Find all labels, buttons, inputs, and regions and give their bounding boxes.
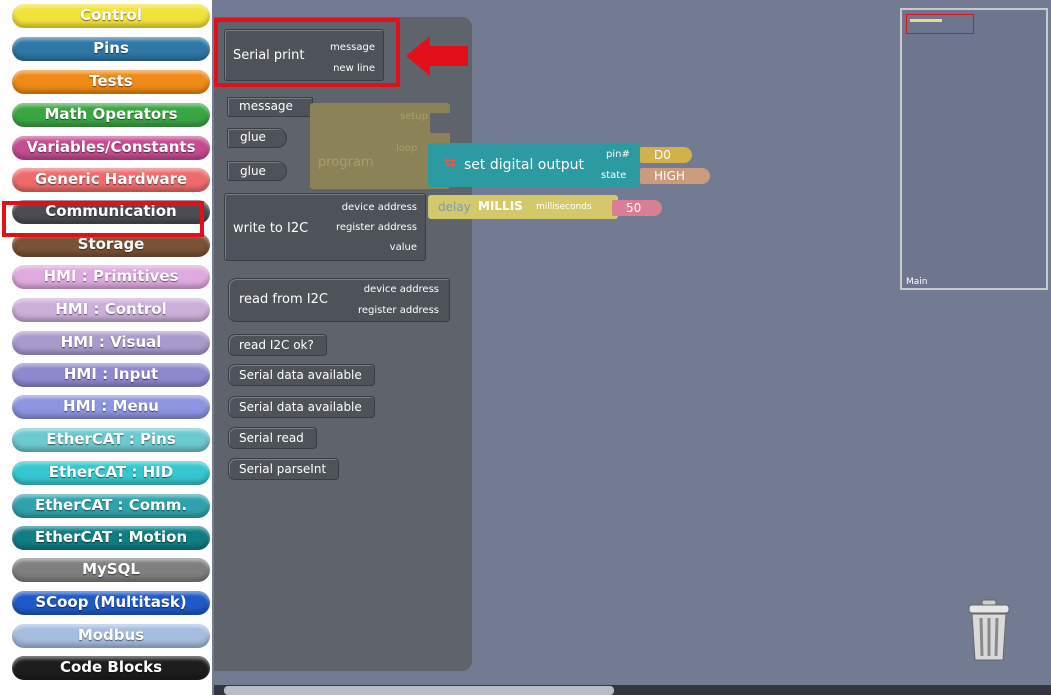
- serial-print-message-label: message: [330, 42, 375, 53]
- serial-data-available-block-1[interactable]: Serial data available: [228, 364, 375, 386]
- category-hmi-menu[interactable]: HMI : Menu: [12, 395, 210, 419]
- serial-print-label: Serial print: [233, 48, 305, 63]
- category-communication[interactable]: Communication: [12, 200, 210, 224]
- serial-print-newline-label: new line: [333, 63, 375, 74]
- read-from-i2c-block[interactable]: read from I2C device address register ad…: [228, 278, 450, 322]
- read-from-i2c-label: read from I2C: [239, 292, 328, 307]
- serial-read-block[interactable]: Serial read: [228, 427, 317, 449]
- set-digital-output-block[interactable]: ⇆ set digital output pin# state: [428, 143, 640, 187]
- category-ethercat-motion[interactable]: EtherCAT : Motion: [12, 526, 210, 550]
- delay-label: delay: [438, 200, 471, 214]
- read-i2c-ok-block[interactable]: read I2C ok?: [228, 334, 327, 356]
- milliseconds-label: milliseconds: [536, 202, 592, 212]
- swap-arrows-icon: ⇆: [444, 155, 456, 171]
- glue-label-2: glue: [240, 164, 266, 178]
- write-i2c-register-address-label: register address: [335, 222, 417, 233]
- category-math-operators[interactable]: Math Operators: [12, 103, 210, 127]
- write-to-i2c-label: write to I2C: [233, 221, 309, 236]
- pin-label: pin#: [606, 149, 630, 160]
- category-control[interactable]: Control: [12, 4, 210, 28]
- minimap-label: Main: [906, 277, 928, 287]
- category-ethercat-hid[interactable]: EtherCAT : HID: [12, 461, 210, 485]
- category-variables-constants[interactable]: Variables/Constants: [12, 136, 210, 160]
- glue-block-2[interactable]: glue: [227, 161, 287, 181]
- category-scoop-multitask[interactable]: SCoop (Multitask): [12, 591, 210, 615]
- write-i2c-device-address-label: device address: [341, 202, 417, 213]
- read-i2c-device-address-label: device address: [363, 284, 439, 295]
- program-loop-label: loop: [396, 143, 418, 154]
- pointer-arrow-icon: [406, 36, 468, 76]
- category-code-blocks[interactable]: Code Blocks: [12, 656, 210, 680]
- workspace-minimap[interactable]: Main: [900, 8, 1048, 290]
- category-hmi-control[interactable]: HMI : Control: [12, 298, 210, 322]
- minimap-block-preview: [910, 19, 942, 22]
- message-label: message: [239, 99, 293, 113]
- category-generic-hardware[interactable]: Generic Hardware: [12, 168, 210, 192]
- program-label: program: [318, 155, 374, 170]
- write-i2c-value-label: value: [389, 242, 417, 253]
- state-label: state: [601, 170, 627, 181]
- program-setup-slot: [430, 113, 456, 133]
- category-ethercat-comm[interactable]: EtherCAT : Comm.: [12, 494, 210, 518]
- category-hmi-input[interactable]: HMI : Input: [12, 363, 210, 387]
- category-hmi-primitives[interactable]: HMI : Primitives: [12, 265, 210, 289]
- category-storage[interactable]: Storage: [12, 233, 210, 257]
- pin-value-field[interactable]: D0: [640, 147, 692, 163]
- trash-can-icon[interactable]: [966, 598, 1012, 662]
- program-setup-label: setup: [400, 111, 428, 122]
- serial-data-available-block-2[interactable]: Serial data available: [228, 396, 375, 418]
- serial-print-block[interactable]: Serial print message new line: [224, 29, 384, 81]
- state-value-field[interactable]: HIGH: [640, 168, 710, 184]
- glue-block-1[interactable]: glue: [227, 128, 287, 148]
- milliseconds-value-field[interactable]: 50: [612, 200, 662, 216]
- serial-parseint-block[interactable]: Serial parseInt: [228, 458, 340, 480]
- category-ethercat-pins[interactable]: EtherCAT : Pins: [12, 428, 210, 452]
- horizontal-scrollbar-thumb[interactable]: [224, 686, 614, 695]
- delay-unit-label: MILLIS: [478, 199, 523, 213]
- delay-block[interactable]: delay MILLIS milliseconds: [428, 195, 618, 219]
- write-to-i2c-block[interactable]: write to I2C device address register add…: [224, 193, 426, 261]
- category-modbus[interactable]: Modbus: [12, 624, 210, 648]
- category-hmi-visual[interactable]: HMI : Visual: [12, 331, 210, 355]
- glue-label-1: glue: [240, 130, 266, 144]
- minimap-viewport[interactable]: [906, 14, 974, 34]
- read-i2c-register-address-label: register address: [357, 305, 439, 316]
- category-mysql[interactable]: MySQL: [12, 558, 210, 582]
- set-digital-output-label: set digital output: [464, 157, 584, 173]
- message-block[interactable]: message: [227, 97, 313, 117]
- category-sidebar: Control Pins Tests Math Operators Variables/…: [0, 0, 212, 695]
- category-pins[interactable]: Pins: [12, 37, 210, 61]
- category-tests[interactable]: Tests: [12, 70, 210, 94]
